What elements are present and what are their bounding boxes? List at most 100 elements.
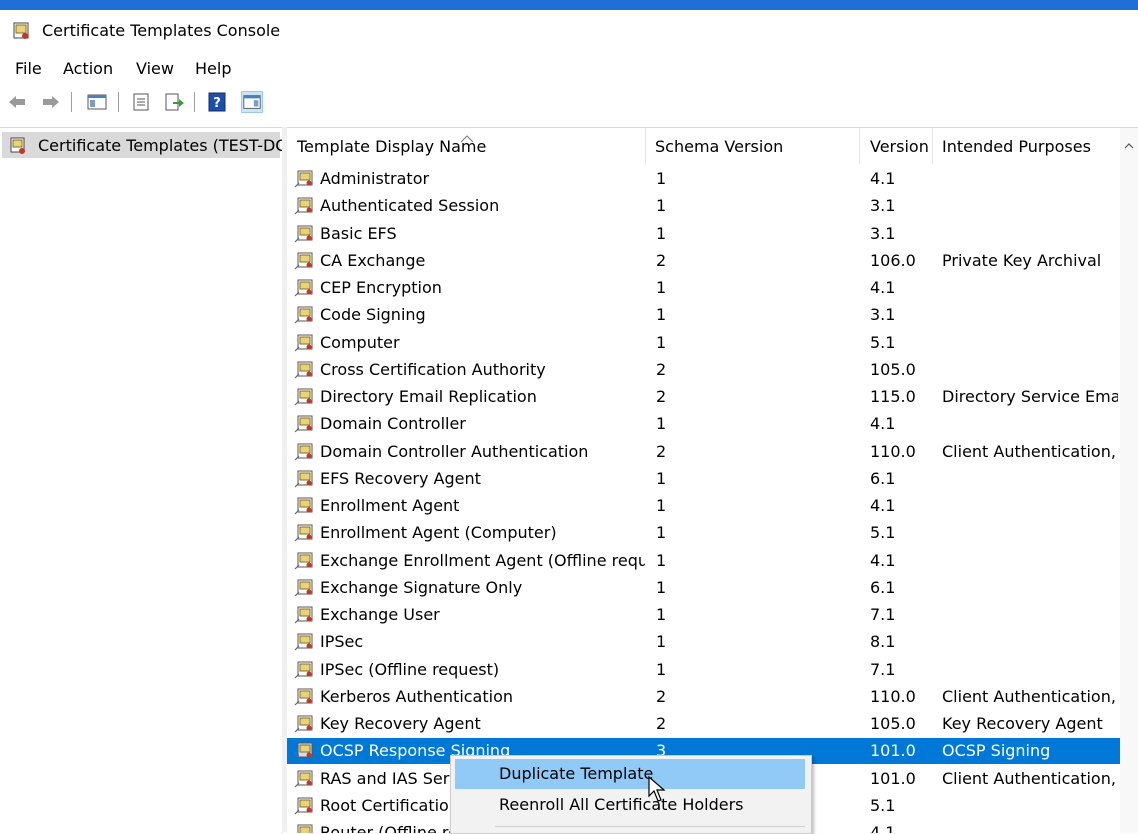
version-cell: 5.1 (870, 332, 896, 352)
template-row[interactable]: Exchange User 1 7.1 (287, 602, 1120, 628)
template-name-cell: Enrollment Agent (Computer) (320, 523, 557, 543)
certificate-template-icon (294, 470, 314, 492)
tree-item-certificate-templates[interactable]: Certificate Templates (TEST-DC1 (2, 132, 297, 159)
template-row[interactable]: Administrator 1 4.1 (287, 166, 1120, 192)
schema-version-cell: 1 (656, 278, 667, 297)
schema-version-cell: 1 (656, 550, 667, 570)
version-cell: 4.1 (870, 414, 896, 434)
version-cell: 110.0 (870, 441, 916, 461)
version-cell: 4.1 (870, 278, 896, 297)
forward-icon[interactable] (40, 91, 62, 113)
template-row[interactable]: Basic EFS 1 3.1 (287, 221, 1120, 247)
certificate-template-icon (294, 661, 314, 683)
toolbar-separator (71, 92, 72, 112)
certificate-template-icon (294, 252, 314, 274)
template-row[interactable]: Directory Email Replication 2 115.0 Directo… (287, 384, 1120, 410)
template-name-cell: EFS Recovery Agent (320, 468, 481, 488)
template-row[interactable]: Exchange Enrollment Agent (Offline requ.… (287, 548, 1120, 574)
template-name-cell: Computer (320, 332, 400, 352)
template-row[interactable]: Authenticated Session 1 3.1 (287, 193, 1120, 219)
scroll-up-icon[interactable] (1124, 138, 1134, 152)
template-row[interactable]: IPSec 1 8.1 (287, 629, 1120, 655)
schema-version-cell: 2 (656, 714, 667, 733)
schema-version-cell: 1 (656, 523, 667, 543)
version-cell: 105.0 (870, 359, 916, 379)
certificate-template-icon (294, 279, 314, 301)
column-divider[interactable] (859, 128, 860, 164)
template-row[interactable]: Enrollment Agent 1 4.1 (287, 493, 1120, 519)
menu-view[interactable]: View (134, 59, 176, 78)
console-tree-pane: Certificate Templates (TEST-DC1 (0, 127, 297, 833)
schema-version-cell: 1 (656, 414, 667, 434)
show-hide-console-tree-icon[interactable] (86, 91, 108, 113)
intended-purposes-cell: Client Authentication, S (942, 441, 1118, 461)
certificate-template-icon (294, 306, 314, 328)
export-list-icon[interactable] (163, 91, 185, 113)
template-row[interactable]: Exchange Signature Only 1 6.1 (287, 575, 1120, 601)
column-divider[interactable] (645, 128, 646, 164)
certificate-console-icon (12, 21, 32, 45)
certificate-template-icon (294, 770, 314, 792)
schema-version-cell: 2 (656, 441, 667, 461)
template-row[interactable]: Domain Controller Authentication 2 110.0 Cl… (287, 439, 1120, 465)
template-row[interactable]: Computer 1 5.1 (287, 330, 1120, 356)
schema-version-cell: 1 (656, 305, 667, 325)
template-row[interactable]: Key Recovery Agent 2 105.0 Key Recovery Age… (287, 711, 1120, 737)
menu-help[interactable]: Help (193, 59, 233, 78)
help-icon[interactable]: ? (206, 91, 228, 113)
template-name-cell: Cross Certification Authority (320, 359, 546, 379)
schema-version-cell: 1 (656, 605, 667, 624)
template-name-cell: Enrollment Agent (320, 496, 460, 515)
certificate-template-icon (294, 715, 314, 737)
column-header-purposes[interactable]: Intended Purposes (942, 128, 1091, 164)
template-name-cell: IPSec (320, 632, 364, 652)
list-header: Template Display Name Schema Version Ver… (287, 128, 1138, 164)
template-row[interactable]: Code Signing 1 3.1 (287, 302, 1120, 328)
template-row[interactable]: CEP Encryption 1 4.1 (287, 275, 1120, 301)
version-cell: 6.1 (870, 577, 896, 597)
intended-purposes-cell: Key Recovery Agent (942, 714, 1103, 733)
column-header-version[interactable]: Version (870, 128, 929, 164)
certificate-template-icon (294, 497, 314, 519)
menu-separator (495, 826, 805, 827)
show-action-pane-icon[interactable] (241, 91, 263, 113)
column-header-schema[interactable]: Schema Version (655, 128, 783, 164)
version-cell: 3.1 (870, 223, 896, 243)
schema-version-cell: 2 (656, 250, 667, 270)
template-name-cell: CA Exchange (320, 250, 426, 270)
template-name-cell: Domain Controller (320, 414, 466, 434)
template-row[interactable]: EFS Recovery Agent 1 6.1 (287, 466, 1120, 492)
intended-purposes-cell: Client Authentication, S (942, 768, 1118, 788)
template-name-cell: Key Recovery Agent (320, 714, 481, 733)
template-row[interactable]: IPSec (Offline request) 1 7.1 (287, 657, 1120, 683)
template-row[interactable]: Domain Controller 1 4.1 (287, 411, 1120, 437)
context-menu: Duplicate Template Reenroll All Certific… (450, 755, 812, 834)
templates-list-pane: Template Display Name Schema Version Ver… (287, 127, 1138, 833)
vertical-scrollbar[interactable] (1120, 128, 1138, 833)
template-row[interactable]: Kerberos Authentication 2 110.0 Client Auth… (287, 684, 1120, 710)
schema-version-cell: 1 (656, 496, 667, 515)
template-row[interactable]: Enrollment Agent (Computer) 1 5.1 (287, 520, 1120, 546)
certificate-template-icon (294, 797, 314, 819)
version-cell: 105.0 (870, 714, 916, 733)
menu-item-duplicate-template[interactable]: Duplicate Template (455, 759, 805, 789)
template-row[interactable]: Cross Certification Authority 2 105.0 (287, 357, 1120, 383)
certificate-template-icon (294, 170, 314, 192)
certificate-template-icon (294, 388, 314, 410)
version-cell: 8.1 (870, 632, 896, 652)
menu-action[interactable]: Action (61, 59, 115, 78)
version-cell: 4.1 (870, 550, 896, 570)
back-icon[interactable] (6, 91, 28, 113)
menu-item-label: Reenroll All Certificate Holders (499, 795, 744, 814)
version-cell: 5.1 (870, 523, 896, 543)
column-header-name[interactable]: Template Display Name (297, 128, 486, 164)
menu-file[interactable]: File (13, 59, 44, 78)
template-name-cell: Directory Email Replication (320, 387, 537, 406)
template-name-cell: CEP Encryption (320, 278, 442, 297)
toolbar-separator (118, 92, 119, 112)
column-divider[interactable] (932, 128, 933, 164)
template-row[interactable]: CA Exchange 2 106.0 Private Key Archival (287, 248, 1120, 274)
properties-icon[interactable] (130, 91, 152, 113)
certificate-templates-icon (10, 137, 28, 159)
menu-item-reenroll-all[interactable]: Reenroll All Certificate Holders (455, 790, 805, 820)
